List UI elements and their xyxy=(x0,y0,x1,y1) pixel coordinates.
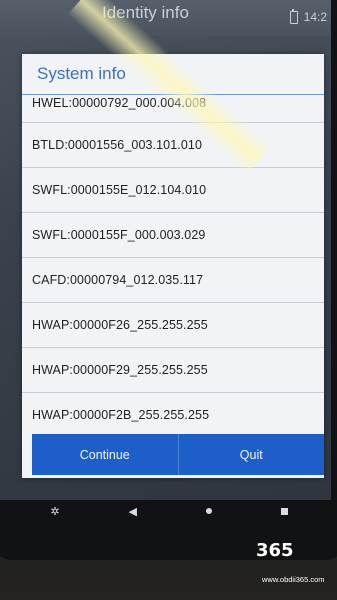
list-item-hwap-3: HWAP:00000F2B_255.255.255 xyxy=(22,393,324,435)
battery-icon xyxy=(289,8,298,24)
watermark-logo: 365 xyxy=(256,540,294,561)
list-item-cafd: CAFD:00000794_012.035.117 xyxy=(22,258,324,303)
list-item-hwap-1: HWAP:00000F26_255.255.255 xyxy=(22,303,324,348)
list-item-btld: BTLD:00001556_003.101.010 xyxy=(22,123,324,168)
watermark-logo-text: 365 xyxy=(256,540,294,561)
quit-button[interactable]: Quit xyxy=(177,434,325,475)
status-time: 14:2 xyxy=(303,10,327,24)
system-info-list[interactable]: HWEL:00000792_000.004.008 BTLD:00001556_… xyxy=(22,95,324,435)
list-item-swfl-2: SWFL:0000155F_000.003.029 xyxy=(22,213,324,258)
app-title: Identity info xyxy=(102,3,189,22)
device-frame: Identity info 14:2 System info HWEL:0000… xyxy=(0,0,337,560)
list-item-swfl-1: SWFL:0000155E_012.104.010 xyxy=(22,168,324,213)
system-info-dialog: System info HWEL:00000792_000.004.008 BT… xyxy=(22,54,324,478)
dialog-title: System info xyxy=(37,64,126,83)
home-icon[interactable] xyxy=(205,508,212,514)
status-area: 14:2 xyxy=(289,8,327,24)
app-bar: Identity info 14:2 xyxy=(0,0,331,36)
settings-icon[interactable]: ✲ xyxy=(50,505,59,518)
watermark-url: www.obdii365.com xyxy=(262,575,325,584)
recents-icon[interactable] xyxy=(280,507,288,515)
list-item-hwap-2: HWAP:00000F29_255.255.255 xyxy=(22,348,324,393)
navigation-bar: ✲ ◀ xyxy=(0,500,337,522)
dialog-button-bar: Continue Quit xyxy=(32,434,324,475)
list-item-hwel: HWEL:00000792_000.004.008 xyxy=(22,95,324,123)
back-icon[interactable]: ◀ xyxy=(128,505,136,518)
screen: Identity info 14:2 System info HWEL:0000… xyxy=(0,0,331,500)
continue-button[interactable]: Continue xyxy=(32,434,178,475)
